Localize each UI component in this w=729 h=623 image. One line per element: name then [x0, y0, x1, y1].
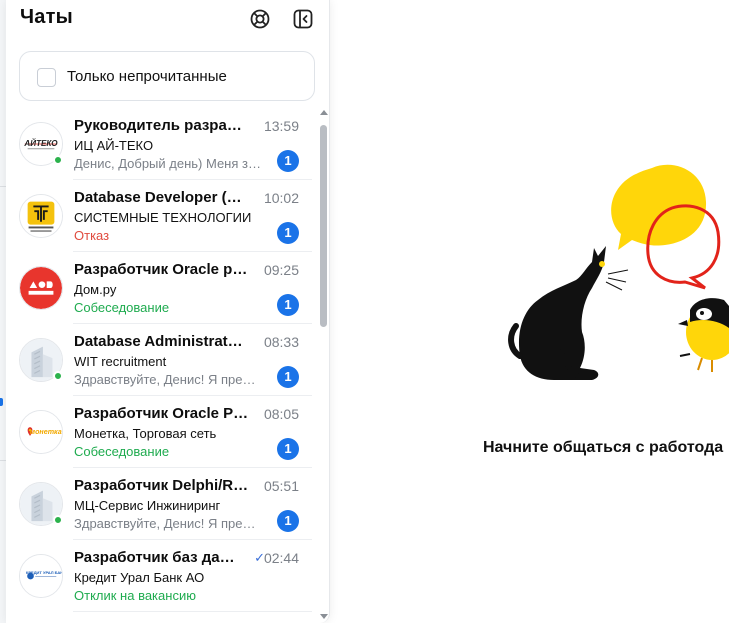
chat-title: Разработчик Delphi/R…: [74, 477, 249, 494]
chat-time: 08:33: [263, 334, 299, 350]
svg-text:КРЕДИТ УРАЛ БАНК: КРЕДИТ УРАЛ БАНК: [26, 570, 62, 575]
chat-time: 08:05: [263, 406, 299, 422]
unread-badge: 1: [277, 366, 299, 388]
unread-badge: 1: [277, 510, 299, 532]
chat-status: Отказ: [74, 228, 110, 243]
chat-list-item[interactable]: АЙТЕКО Руководитель разраб… 13:59 ИЦ АЙ-ТЕК…: [6, 108, 312, 180]
lifebuoy-icon[interactable]: [249, 8, 271, 30]
chat-company: Монетка, Торговая сеть: [74, 426, 217, 441]
empty-state-text: Начните общаться с работода: [483, 439, 724, 456]
chat-status: Здравствуйте, Денис! Я пре…: [74, 516, 256, 531]
chat-time: 02:44: [263, 550, 299, 566]
chat-status: Собеседование: [74, 300, 170, 315]
background-marker: [0, 398, 3, 406]
chat-company: Дом.ру: [74, 282, 117, 297]
chat-title: Разработчик Oracle P…: [74, 405, 249, 422]
online-indicator: [53, 515, 63, 525]
chat-list-scrollbar[interactable]: [319, 108, 329, 623]
unread-checkbox[interactable]: [37, 68, 56, 87]
chat-time: 09:25: [263, 262, 299, 278]
unread-filter-label: Только непрочитанные: [67, 68, 227, 85]
chat-list-item[interactable]: КРЕДИТ УРАЛ БАНК Разработчик баз да… ✓ 02:4…: [6, 540, 312, 612]
chat-title: Разработчик Oracle pl…: [74, 261, 250, 278]
collapse-panel-icon[interactable]: [292, 8, 314, 30]
chat-list-item[interactable]: Database Administrat… 08:33 WIT recruitmen…: [6, 324, 312, 396]
unread-badge: 1: [277, 438, 299, 460]
panel-title: Чаты: [20, 6, 73, 28]
unread-badge: 1: [277, 150, 299, 172]
online-indicator: [53, 155, 63, 165]
chat-status: Собеседование: [74, 444, 170, 459]
chat-time: 10:02: [263, 190, 299, 206]
scrollbar-thumb[interactable]: [320, 125, 327, 327]
chat-list-item[interactable]: Разработчик Delphi/R… 05:51 МЦ-Сервис Инжи…: [6, 468, 312, 540]
unread-badge: 1: [277, 222, 299, 244]
company-logo: [19, 194, 63, 238]
item-divider: [73, 611, 312, 612]
chat-company: Кредит Урал Банк АО: [74, 570, 205, 585]
chat-company: ИЦ АЙ-ТЕКО: [74, 138, 154, 153]
svg-text:АЙТЕКО: АЙТЕКО: [23, 139, 58, 148]
unread-badge: 1: [277, 294, 299, 316]
chat-status: Здравствуйте, Денис! Я пре…: [74, 372, 256, 387]
chat-status: Отклик на вакансию: [74, 588, 196, 603]
scroll-down-arrow-icon[interactable]: [320, 614, 328, 619]
chat-status: Денис, Добрый день) Меня з…: [74, 156, 261, 171]
chat-company: СИСТЕМНЫЕ ТЕХНОЛОГИИ: [74, 210, 252, 225]
chat-company: WIT recruitment: [74, 354, 167, 369]
chat-company: МЦ-Сервис Инжиниринг: [74, 498, 221, 513]
chat-list-item[interactable]: Разработчик Oracle pl… 09:25 Дом.ру Собесед…: [6, 252, 312, 324]
chat-illustration: [500, 150, 729, 390]
online-indicator: [53, 371, 63, 381]
company-logo: КРЕДИТ УРАЛ БАНК: [19, 554, 63, 598]
chat-list-item[interactable]: монетка Разработчик Oracle P… 08:05 Монетка…: [6, 396, 312, 468]
chat-time: 13:59: [263, 118, 299, 134]
chat-title: Database Administrat…: [74, 333, 243, 350]
chat-panel: Чаты Только непрочитанные АЙТЕКО Руководи…: [6, 0, 330, 623]
chat-title: Database Developer (О…: [74, 189, 250, 206]
svg-text:монетка: монетка: [30, 428, 62, 436]
company-logo: монетка: [19, 410, 63, 454]
scroll-up-arrow-icon[interactable]: [320, 110, 328, 115]
unread-filter[interactable]: Только непрочитанные: [19, 51, 315, 101]
chat-list: АЙТЕКО Руководитель разраб… 13:59 ИЦ АЙ-ТЕК…: [6, 108, 312, 623]
chat-time: 05:51: [263, 478, 299, 494]
chat-list-item[interactable]: Database Developer (О… 10:02 СИСТЕМНЫЕ ТЕХ…: [6, 180, 312, 252]
chat-title: Руководитель разраб…: [74, 117, 250, 134]
chat-title: Разработчик баз да…: [74, 549, 235, 566]
company-logo: [19, 266, 63, 310]
